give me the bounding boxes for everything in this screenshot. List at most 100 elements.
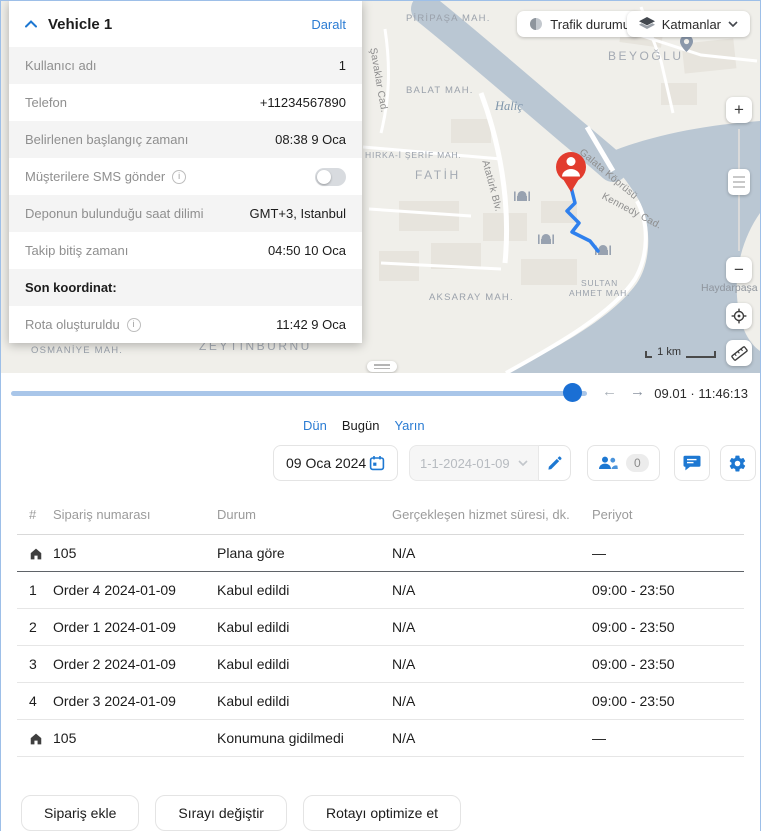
cell-order-number: Order 2 2024-01-09 [53, 646, 217, 683]
timeline-handle[interactable] [563, 383, 582, 402]
cell-number: 2 [17, 609, 53, 646]
column-order: Sipariş numarası [53, 497, 217, 535]
route-select-value: 1-1-2024-01-09 [420, 456, 510, 471]
timeline-timestamp: 09.01 · 11:46:13 [654, 386, 748, 401]
day-link-1[interactable]: Bugün [342, 418, 380, 433]
panel-row-label: Deponun bulunduğu saat dilimi [25, 206, 204, 221]
cell-order-number: Order 3 2024-01-09 [53, 683, 217, 720]
panel-row-value: GMT+3, Istanbul [250, 206, 346, 221]
calendar-icon [369, 455, 385, 471]
column-duration: Gerçekleşen hizmet süresi, dk. [392, 497, 592, 535]
panel-row: Kullanıcı adı1 [9, 47, 362, 84]
cell-order-number: 105 [53, 535, 217, 572]
panel-row-label: Son koordinat: [25, 280, 117, 295]
timeline-track[interactable] [11, 391, 587, 396]
info-icon[interactable]: i [127, 318, 141, 332]
cell-order-number: Order 1 2024-01-09 [53, 609, 217, 646]
chevron-up-icon[interactable] [25, 20, 37, 28]
map-scale: 1 km [645, 346, 716, 358]
panel-drag-handle[interactable] [367, 361, 397, 372]
panel-row: Telefon+11234567890 [9, 84, 362, 121]
prev-arrow-icon[interactable]: ← [602, 383, 617, 400]
orders-table: # Sipariş numarası Durum Gerçekleşen hiz… [17, 497, 744, 757]
chat-button[interactable] [674, 445, 710, 481]
footer-actions: Sipariş ekle Sırayı değiştir Rotayı opti… [1, 757, 760, 831]
depot-icon [29, 547, 43, 561]
cell-number [17, 535, 53, 572]
order-row[interactable]: 2Order 1 2024-01-09Kabul edildiN/A09:00 … [17, 609, 744, 646]
cell-duration: N/A [392, 572, 592, 609]
depot-row[interactable]: 105Plana göreN/A— [17, 535, 744, 572]
panel-row: Müşterilere SMS gönderi [9, 158, 362, 195]
cell-order-number: 105 [53, 720, 217, 757]
reorder-button[interactable]: Sırayı değiştir [155, 795, 287, 831]
order-row[interactable]: 1Order 4 2024-01-09Kabul edildiN/A09:00 … [17, 572, 744, 609]
panel-row-label: Rota oluşturuldu [25, 317, 120, 332]
edit-route-button[interactable] [539, 445, 571, 481]
order-row[interactable]: 3Order 2 2024-01-09Kabul edildiN/A09:00 … [17, 646, 744, 683]
panel-row: Son koordinat: [9, 269, 362, 306]
cell-period: — [592, 720, 744, 757]
zoom-out-button[interactable]: − [726, 257, 752, 283]
info-icon[interactable]: i [172, 170, 186, 184]
panel-row-label: Belirlenen başlangıç zamanı [25, 132, 188, 147]
cell-duration: N/A [392, 609, 592, 646]
layers-button-label: Katmanlar [662, 17, 721, 32]
cell-duration: N/A [392, 646, 592, 683]
chat-icon [683, 455, 701, 471]
layers-icon [639, 17, 655, 31]
map-section[interactable]: PİRİPAŞA MAH.BEYOĞLUBALAT MAH.HaliçHIRKA… [1, 1, 760, 373]
panel-row: Rota oluşturuldui11:42 9 Oca [9, 306, 362, 343]
locate-icon [731, 308, 747, 324]
date-picker-button[interactable]: 09 Oca 2024 [273, 445, 398, 481]
cell-period: — [592, 535, 744, 572]
panel-row: Deponun bulunduğu saat dilimi GMT+3, Ista… [9, 195, 362, 232]
ruler-button[interactable] [726, 340, 752, 366]
day-link-2[interactable]: Yarın [394, 418, 424, 433]
route-select-group: 1-1-2024-01-09 [409, 445, 571, 481]
vehicle-detail-rows: Kullanıcı adı1Telefon+11234567890 Belirle… [9, 47, 362, 343]
panel-row: Takip bitiş zamanı 04:50 10 Oca [9, 232, 362, 269]
panel-row-value: 08:38 9 Oca [275, 132, 346, 147]
vehicle-panel: Vehicle 1 Daralt Kullanıcı adı1Telefon+1… [9, 1, 362, 343]
sms-toggle[interactable] [315, 168, 346, 186]
add-order-button[interactable]: Sipariş ekle [21, 795, 139, 831]
panel-row-label: Takip bitiş zamanı [25, 243, 128, 258]
column-status: Durum [217, 497, 392, 535]
orders-table-wrap: # Sipariş numarası Durum Gerçekleşen hiz… [1, 497, 760, 757]
panel-row-label: Kullanıcı adı [25, 58, 97, 73]
layers-button[interactable]: Katmanlar [627, 11, 750, 37]
depot-row[interactable]: 105Konumuna gidilmediN/A— [17, 720, 744, 757]
settings-button[interactable] [720, 445, 756, 481]
traffic-icon [529, 17, 543, 31]
cell-number [17, 720, 53, 757]
panel-row-value: 04:50 10 Oca [268, 243, 346, 258]
cell-number: 3 [17, 646, 53, 683]
toggle-knob [317, 170, 331, 184]
cell-period: 09:00 - 23:50 [592, 646, 744, 683]
zoom-in-button[interactable]: + [726, 97, 752, 123]
people-icon [598, 455, 618, 471]
panel-row-label: Telefon [25, 95, 67, 110]
cell-period: 09:00 - 23:50 [592, 683, 744, 720]
pencil-icon [547, 456, 562, 471]
route-select[interactable]: 1-1-2024-01-09 [409, 445, 539, 481]
column-number: # [17, 497, 53, 535]
vehicle-title: Vehicle 1 [48, 16, 112, 33]
scale-line [686, 351, 716, 358]
traffic-button[interactable]: Trafik durumu [517, 11, 642, 37]
orders-table-header: # Sipariş numarası Durum Gerçekleşen hiz… [17, 497, 744, 535]
cell-duration: N/A [392, 535, 592, 572]
couriers-button[interactable]: 0 [587, 445, 660, 481]
scale-tick [645, 351, 652, 358]
day-link-0[interactable]: Dün [303, 418, 327, 433]
order-row[interactable]: 4Order 3 2024-01-09Kabul edildiN/A09:00 … [17, 683, 744, 720]
optimize-route-button[interactable]: Rotayı optimize et [303, 795, 461, 831]
locate-button[interactable] [726, 303, 752, 329]
next-arrow-icon[interactable]: → [630, 383, 645, 400]
map-pin-icon[interactable] [680, 35, 693, 52]
date-value: 09 Oca 2024 [286, 455, 366, 471]
collapse-link[interactable]: Daralt [311, 17, 346, 32]
cell-order-number: Order 4 2024-01-09 [53, 572, 217, 609]
zoom-slider-handle[interactable] [728, 169, 750, 195]
